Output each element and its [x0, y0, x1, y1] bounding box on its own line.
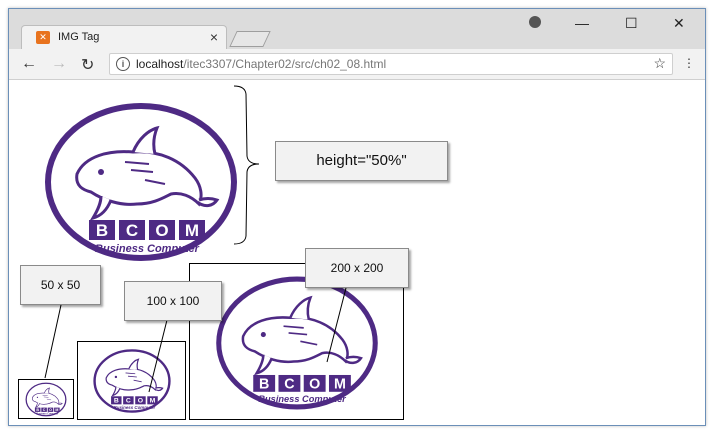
tab-img-tag[interactable]: ✕ IMG Tag × [21, 25, 227, 49]
url-text: localhost/itec3307/Chapter02/src/ch02_08… [136, 57, 386, 71]
address-toolbar: ← → ↻ i localhost/itec3307/Chapter02/src… [9, 49, 705, 80]
new-tab-button[interactable] [229, 31, 271, 47]
minimize-button[interactable]: — [575, 15, 589, 31]
back-button[interactable]: ← [21, 55, 37, 73]
bookmark-star-icon[interactable]: ☆ [653, 55, 666, 72]
connector-200 [326, 287, 347, 363]
maximize-button[interactable]: ☐ [625, 15, 638, 32]
address-input[interactable]: i localhost/itec3307/Chapter02/src/ch02_… [109, 53, 673, 75]
callout-50x50: 50 x 50 [20, 265, 101, 305]
url-path: /itec3307/Chapter02/src/ch02_08.html [183, 57, 387, 71]
page-content: height="50%" 50 x 50 100 x 100 200 x 200 [9, 80, 705, 425]
callout-100x100: 100 x 100 [124, 281, 222, 321]
curly-brace [233, 85, 260, 245]
title-bar: ✕ IMG Tag × — ☐ ✕ [9, 9, 705, 49]
reload-button[interactable]: ↻ [81, 55, 94, 75]
callout-height-50-percent: height="50%" [275, 141, 448, 181]
info-icon[interactable]: i [116, 57, 130, 71]
callout-200x200: 200 x 200 [305, 248, 409, 288]
url-host: localhost [136, 57, 184, 71]
xampp-favicon-icon: ✕ [36, 31, 50, 44]
menu-icon[interactable]: ⋮ [683, 56, 695, 70]
account-icon[interactable] [529, 16, 541, 28]
tab-close-icon[interactable]: × [210, 29, 218, 45]
connector-50 [44, 304, 62, 379]
connector-100 [148, 319, 168, 393]
browser-window: ✕ IMG Tag × — ☐ ✕ ← → ↻ i localhost/itec… [8, 8, 706, 426]
forward-button[interactable]: → [51, 55, 67, 73]
tab-title: IMG Tag [58, 31, 100, 43]
close-window-button[interactable]: ✕ [673, 15, 685, 32]
